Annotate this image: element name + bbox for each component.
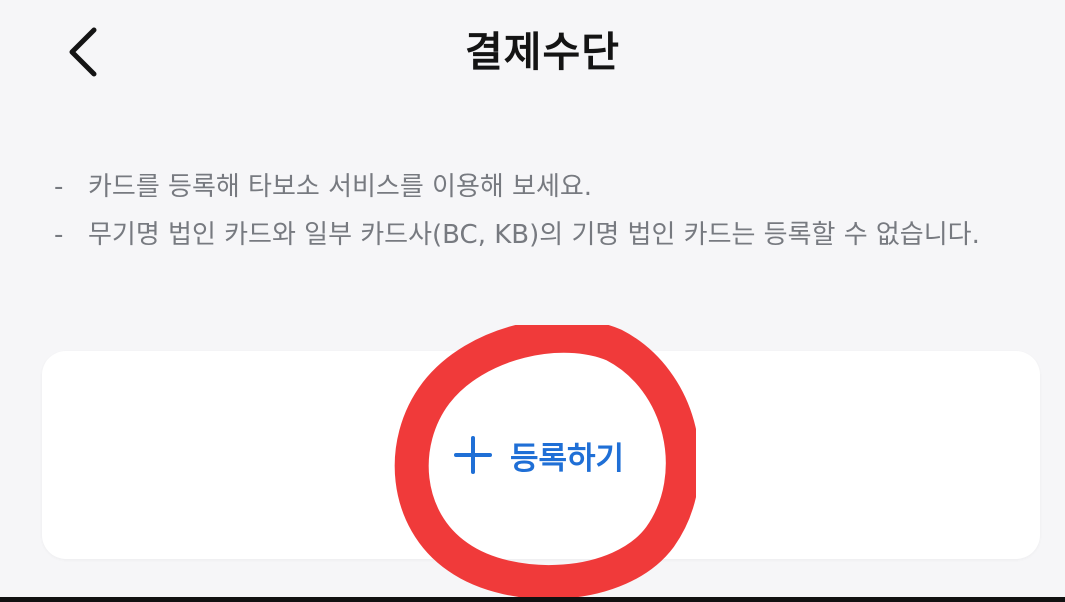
bottom-edge bbox=[0, 597, 1065, 602]
notice-item: - 카드를 등록해 타보소 서비스를 이용해 보세요. bbox=[52, 162, 1022, 212]
register-button-content: 등록하기 bbox=[452, 433, 624, 478]
notice-item: - 무기명 법인 카드와 일부 카드사(BC, KB)의 기명 법인 카드는 등… bbox=[52, 210, 1022, 260]
plus-icon bbox=[452, 434, 494, 476]
register-card-button[interactable]: 등록하기 bbox=[42, 351, 1040, 559]
notice-text: 무기명 법인 카드와 일부 카드사(BC, KB)의 기명 법인 카드는 등록할… bbox=[88, 220, 980, 250]
register-label: 등록하기 bbox=[509, 440, 625, 477]
top-header: 결제수단 bbox=[0, 0, 1065, 110]
notice-dash: - bbox=[54, 172, 64, 202]
page-title: 결제수단 bbox=[465, 28, 620, 76]
notice-text: 카드를 등록해 타보소 서비스를 이용해 보세요. bbox=[88, 172, 593, 202]
notice-dash: - bbox=[54, 220, 64, 250]
notice-list: - 카드를 등록해 타보소 서비스를 이용해 보세요. - 무기명 법인 카드와… bbox=[52, 162, 1022, 260]
payment-card-box: 등록하기 bbox=[42, 351, 1040, 559]
